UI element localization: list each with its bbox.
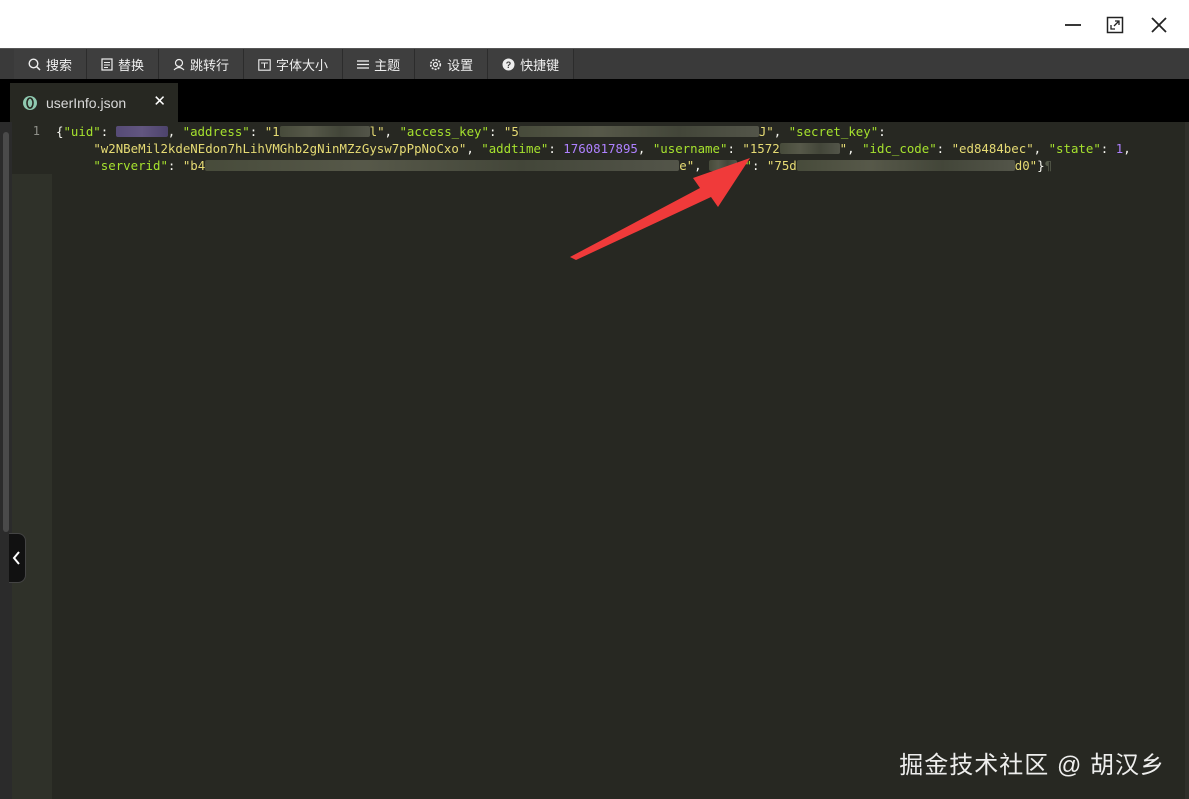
theme-label: 主题 (374, 58, 401, 73)
value-address-start: "1 (264, 124, 280, 139)
settings-label: 设置 (447, 58, 474, 73)
key-access-key: "access_key" (399, 124, 489, 139)
watermark: 掘金技术社区 @ 胡汉乡 (899, 752, 1165, 779)
colon: : (936, 141, 952, 156)
value-access-key-start: "5 (503, 124, 519, 139)
comma: , (1123, 141, 1139, 156)
code-line-1: {"uid": , "address": "1 l", "access_key":… (56, 123, 1176, 140)
jump-icon (173, 58, 185, 71)
key-uid: "uid" (63, 124, 101, 139)
brace-close: } (1037, 158, 1045, 173)
search-button[interactable]: 搜索 (14, 49, 88, 80)
font-size-label: 字体大小 (276, 58, 329, 73)
value-key-end: d0" (1014, 158, 1038, 173)
value-address-end: l" (369, 124, 385, 139)
left-panel-strip (0, 122, 12, 799)
maximize-button[interactable] (1100, 10, 1130, 40)
line-number-gutter: 1 (12, 122, 52, 799)
window-title-bar (0, 0, 1189, 49)
replace-icon (101, 58, 113, 71)
gear-icon (429, 58, 442, 71)
redacted-uid (115, 126, 168, 137)
comma: , (1033, 141, 1049, 156)
colon: : (100, 124, 116, 139)
tab-close-button[interactable]: ✕ (153, 93, 166, 111)
jump-line-button[interactable]: 跳转行 (159, 49, 245, 80)
redacted-access-key (518, 126, 759, 137)
tab-label: userInfo.json (46, 94, 127, 111)
help-icon: ? (502, 58, 515, 71)
colon: : (167, 158, 183, 173)
replace-label: 替换 (118, 58, 145, 73)
annotation-arrow-icon (570, 158, 750, 260)
comma: , (466, 141, 482, 156)
maximize-icon (1106, 16, 1124, 34)
replace-button[interactable]: 替换 (87, 49, 160, 80)
value-idc-code: "ed8484bec" (951, 141, 1034, 156)
key-state: "state" (1048, 141, 1101, 156)
editor-toolbar: 搜索 替换 跳转行 字体大小 主题 设置 ? 快捷键 (0, 48, 1189, 80)
right-edge (1185, 122, 1189, 799)
font-size-button[interactable]: 字体大小 (244, 49, 344, 80)
colon: : (1100, 141, 1116, 156)
left-scrollbar[interactable] (3, 132, 9, 532)
value-access-key-end: J" (758, 124, 774, 139)
minimize-button[interactable] (1058, 10, 1088, 40)
colon: : (249, 124, 265, 139)
minimize-icon (1065, 24, 1081, 26)
comma: , (167, 124, 183, 139)
settings-button[interactable]: 设置 (415, 49, 489, 80)
search-icon (28, 58, 41, 71)
key-secret-key: "secret_key" (788, 124, 879, 139)
close-icon (1151, 17, 1167, 33)
tab-userinfo-json[interactable]: userInfo.json ✕ (10, 83, 178, 122)
shortcuts-label: 快捷键 (520, 58, 560, 73)
font-size-icon (258, 58, 271, 71)
theme-button[interactable]: 主题 (343, 49, 416, 80)
key-idc-code: "idc_code" (862, 141, 937, 156)
key-address: "address" (182, 124, 250, 139)
chevron-left-icon (12, 551, 20, 565)
close-window-button[interactable] (1144, 10, 1174, 40)
tab-bar: userInfo.json ✕ (0, 79, 1189, 122)
value-key-start: "75d (766, 158, 797, 173)
value-secret-key: "w2NBeMil2kdeNEdon7hLihVMGhb2gNinMZzGysw… (93, 141, 467, 156)
file-type-icon (22, 95, 38, 111)
svg-text:?: ? (506, 60, 512, 70)
colon: : (878, 124, 886, 139)
redacted-address (279, 126, 370, 137)
value-serverid-start: "b4 (182, 158, 206, 173)
key-addtime: "addtime" (481, 141, 549, 156)
search-label: 搜索 (46, 58, 73, 73)
line-number: 1 (32, 124, 40, 138)
jump-line-label: 跳转行 (190, 58, 230, 73)
collapse-panel-button[interactable] (9, 533, 26, 583)
theme-icon (357, 59, 370, 70)
shortcuts-button[interactable]: ? 快捷键 (488, 49, 575, 80)
comma: , (847, 141, 863, 156)
end-of-line-marker: ¶ (1044, 158, 1053, 173)
redacted-key-value (796, 160, 1015, 171)
colon: : (488, 124, 504, 139)
redacted-username (779, 143, 840, 154)
comma: , (773, 124, 789, 139)
comma: , (384, 124, 400, 139)
key-serverid: "serverid" (93, 158, 168, 173)
